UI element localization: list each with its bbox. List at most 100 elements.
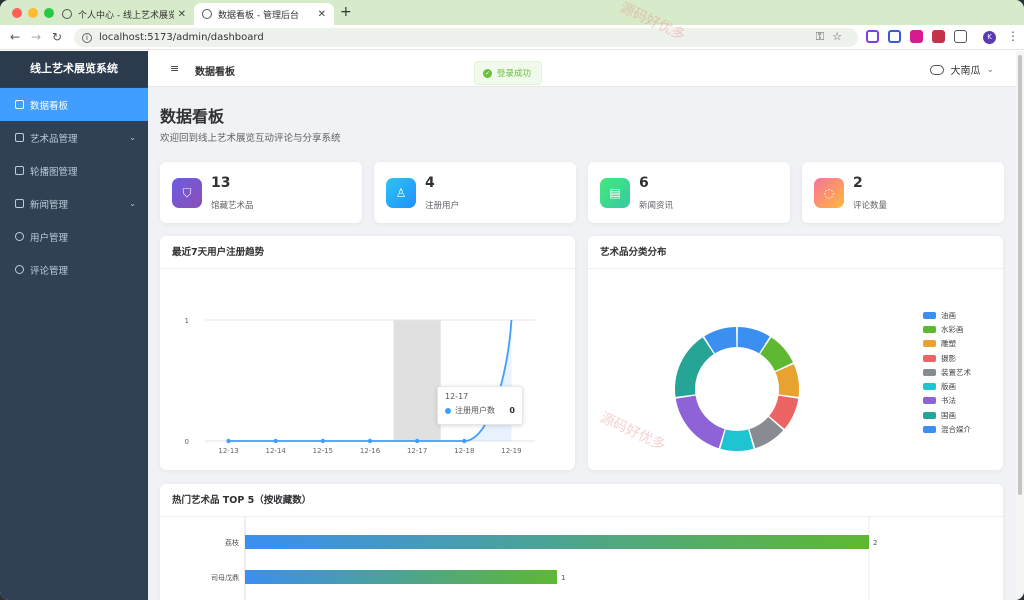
- browser-tab-dashboard[interactable]: 数据看板 - 管理后台 ✕: [194, 3, 334, 25]
- stat-value: 13: [211, 175, 231, 191]
- bar: [245, 535, 869, 549]
- legend-swatch: [923, 311, 936, 319]
- legend-item[interactable]: 雕塑: [923, 337, 971, 351]
- extension-download-icon[interactable]: [910, 30, 923, 43]
- legend-item[interactable]: 混合媒介: [923, 422, 971, 436]
- legend-swatch: [923, 411, 936, 419]
- bag-icon: [15, 133, 24, 142]
- extension-scissors-icon[interactable]: [866, 30, 879, 43]
- stat-value: 2: [853, 175, 863, 191]
- sidebar-item-artworks[interactable]: 艺术品管理 ⌄: [0, 121, 148, 154]
- category-label: 司母戊鼎: [211, 573, 239, 582]
- document-icon: [15, 199, 24, 208]
- sidebar-item-dashboard[interactable]: 数据看板: [0, 88, 148, 121]
- sidebar-item-news[interactable]: 新闻管理 ⌄: [0, 187, 148, 220]
- success-toast: ✓ 登录成功: [474, 61, 542, 85]
- browser-window: 个人中心 - 线上艺术展览互动评论 ✕ 数据看板 - 管理后台 ✕ + ← → …: [0, 0, 1024, 600]
- new-tab-icon[interactable]: +: [340, 4, 352, 20]
- user-icon: ♙: [386, 178, 416, 208]
- series-dot-icon: [445, 407, 451, 414]
- legend-item[interactable]: 摄影: [923, 351, 971, 365]
- stat-value: 4: [425, 175, 435, 191]
- legend-swatch: [923, 368, 936, 376]
- x-tick-label: 12-19: [501, 447, 521, 455]
- stat-card-news: ▤ 6 新闻资讯: [588, 162, 790, 223]
- legend-item[interactable]: 水彩画: [923, 322, 971, 336]
- stat-label: 新闻资讯: [639, 201, 674, 211]
- line-chart[interactable]: 0 1 12-13 12-14 12-15 12-16 12-17 12-18 12-19: [160, 269, 575, 470]
- top-header: ≡ 数据看板 大南瓜 ⌄: [148, 51, 1016, 87]
- address-toolbar: ← → ↻ i localhost:5173/admin/dashboard ⚿…: [0, 25, 1024, 50]
- forward-icon[interactable]: →: [31, 30, 41, 44]
- legend-item[interactable]: 油画: [923, 308, 971, 322]
- bookmark-star-icon[interactable]: ⚿☆: [816, 30, 850, 44]
- chart-legend: 油画水彩画雕塑摄影装置艺术版画书法国画 混合媒介: [923, 308, 971, 437]
- user-name: 大南瓜: [950, 66, 981, 77]
- y-tick-label: 1: [185, 317, 189, 325]
- browser-menu-icon[interactable]: ⋮: [1007, 29, 1019, 43]
- stat-label: 注册用户: [425, 201, 460, 211]
- legend-label: 摄影: [941, 353, 956, 363]
- bar: [245, 570, 557, 584]
- tab-title: 数据看板 - 管理后台: [218, 10, 299, 21]
- chevron-down-icon: ⌄: [986, 64, 994, 75]
- chart-tooltip: 12-17 注册用户数 0: [437, 386, 523, 425]
- extensions-puzzle-icon[interactable]: [954, 30, 967, 43]
- sidebar-item-label: 评论管理: [30, 265, 69, 277]
- close-tab-icon[interactable]: ✕: [178, 9, 186, 20]
- tab-title: 个人中心 - 线上艺术展览互动评论: [78, 10, 174, 21]
- browser-tab-strip: 个人中心 - 线上艺术展览互动评论 ✕ 数据看板 - 管理后台 ✕ +: [0, 0, 1024, 25]
- back-icon[interactable]: ←: [10, 30, 20, 44]
- stat-label: 馆藏艺术品: [211, 201, 254, 211]
- minimize-window-button[interactable]: [28, 8, 38, 18]
- extension-record-icon[interactable]: [932, 30, 945, 43]
- sidebar-item-carousel[interactable]: 轮播图管理: [0, 154, 148, 187]
- x-tick-label: 12-15: [313, 447, 333, 455]
- browser-tab-profile[interactable]: 个人中心 - 线上艺术展览互动评论 ✕: [54, 3, 194, 25]
- extension-cut-icon[interactable]: [888, 30, 901, 43]
- legend-label: 书法: [941, 396, 956, 406]
- main-content: ≡ 数据看板 大南瓜 ⌄ ✓ 登录成功 数据看板 欢迎回到线上艺术展览互动评论与…: [148, 0, 1016, 600]
- category-label: 荔枝: [225, 538, 239, 547]
- x-tick-label: 12-16: [360, 447, 381, 455]
- legend-item[interactable]: 国画: [923, 408, 971, 422]
- close-window-button[interactable]: [12, 8, 22, 18]
- url-text: localhost:5173/admin/dashboard: [99, 32, 264, 43]
- document-icon: ▤: [600, 178, 630, 208]
- page-scrollbar[interactable]: [1016, 51, 1024, 600]
- legend-label: 水彩画: [941, 324, 964, 334]
- scrollbar-thumb[interactable]: [1018, 55, 1022, 495]
- user-icon: [15, 232, 24, 241]
- legend-item[interactable]: 版画: [923, 379, 971, 393]
- pie-slice: [675, 337, 714, 397]
- page-title: 数据看板: [160, 107, 225, 126]
- avatar: [930, 64, 945, 75]
- data-point: [414, 438, 420, 444]
- site-info-icon[interactable]: i: [82, 32, 92, 43]
- legend-item[interactable]: 书法: [923, 394, 971, 408]
- sidebar-item-users[interactable]: 用户管理: [0, 220, 148, 253]
- url-bar[interactable]: i localhost:5173/admin/dashboard ⚿☆: [74, 28, 858, 47]
- user-dropdown[interactable]: 大南瓜 ⌄: [930, 62, 994, 77]
- stat-card-artworks: ⛉ 13 馆藏艺术品: [160, 162, 362, 223]
- sidebar-item-label: 艺术品管理: [30, 133, 78, 145]
- legend-label: 装置艺术: [941, 367, 971, 377]
- hamburger-icon[interactable]: ≡: [170, 62, 179, 75]
- legend-swatch: [923, 426, 936, 434]
- sidebar-item-comments[interactable]: 评论管理: [0, 253, 148, 286]
- profile-avatar[interactable]: K: [983, 31, 996, 44]
- reload-icon[interactable]: ↻: [52, 30, 62, 44]
- legend-swatch: [923, 340, 936, 348]
- bar-chart[interactable]: 荔枝 2 司母戊鼎 1: [160, 517, 1003, 600]
- globe-icon: [62, 9, 72, 19]
- sidebar-logo: 线上艺术展览系统: [0, 51, 148, 87]
- breadcrumb: 数据看板: [195, 67, 235, 78]
- zoom-window-button[interactable]: [44, 8, 54, 18]
- sidebar: 线上艺术展览系统 数据看板 艺术品管理 ⌄ 轮播图管理 新闻管理 ⌄ 用户管理 …: [0, 51, 148, 600]
- close-tab-icon[interactable]: ✕: [318, 9, 326, 20]
- tooltip-category: 12-17: [445, 392, 469, 401]
- image-icon: [15, 166, 24, 175]
- dashboard-icon: [15, 100, 24, 109]
- stat-value: 6: [639, 175, 649, 191]
- legend-item[interactable]: 装置艺术: [923, 365, 971, 379]
